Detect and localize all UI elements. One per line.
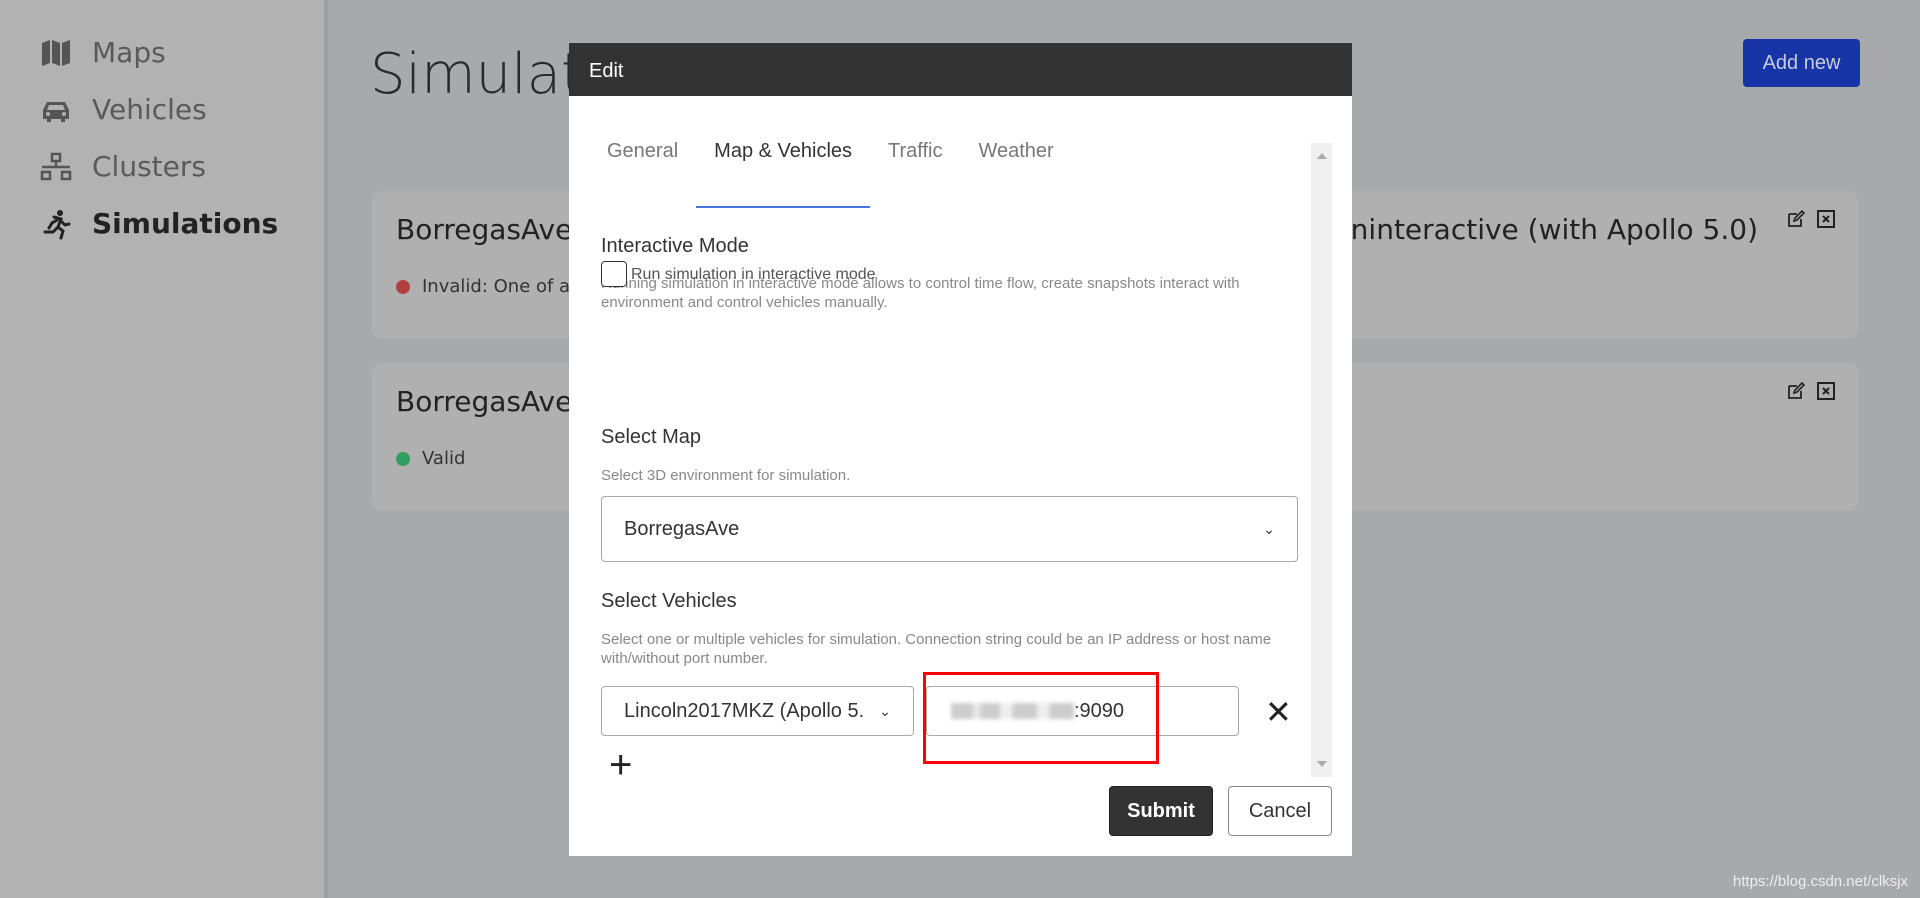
tab-bar: General Map & Vehicles Traffic Weather — [589, 121, 1072, 208]
scroll-down-icon[interactable] — [1317, 761, 1327, 767]
vehicle-select-value: Lincoln2017MKZ (Apollo 5.0) — [624, 699, 864, 722]
map-icon — [42, 39, 70, 66]
edit-modal: Edit General Map & Vehicles Traffic Weat… — [569, 43, 1352, 856]
running-icon — [43, 209, 71, 239]
remove-vehicle-icon[interactable]: ✕ — [1265, 693, 1292, 731]
add-vehicle-icon[interactable]: + — [609, 743, 632, 788]
vehicle-select[interactable]: Lincoln2017MKZ (Apollo 5.0) ⌄ — [601, 686, 914, 736]
sidebar-item-label: Clusters — [92, 150, 206, 183]
status-badge: Valid — [396, 448, 465, 469]
card-title-continued: noninteractive (with Apollo 5.0) — [1315, 213, 1758, 246]
delete-icon[interactable] — [1816, 209, 1836, 229]
sidebar-item-vehicles[interactable]: Vehicles — [40, 93, 207, 126]
chevron-down-icon: ⌄ — [1263, 520, 1275, 537]
watermark: https://blog.csdn.net/clksjx — [1732, 873, 1908, 890]
sidebar-item-label: Simulations — [92, 207, 279, 240]
edit-icon[interactable] — [1786, 209, 1806, 229]
select-vehicles-description: Select one or multiple vehicles for simu… — [601, 631, 1272, 667]
scroll-up-icon[interactable] — [1317, 153, 1327, 159]
tab-map-vehicles[interactable]: Map & Vehicles — [696, 121, 871, 208]
submit-button[interactable]: Submit — [1109, 786, 1213, 836]
edit-icon[interactable] — [1786, 381, 1806, 401]
interactive-mode-checkbox[interactable] — [601, 261, 627, 287]
sidebar-item-clusters[interactable]: Clusters — [40, 150, 206, 183]
card-title: BorregasAve, — [396, 385, 582, 418]
status-text: Invalid: One of ad — [422, 276, 582, 297]
sidebar-item-label: Maps — [92, 36, 166, 69]
tab-traffic[interactable]: Traffic — [870, 121, 960, 208]
interactive-mode-heading: Interactive Mode — [601, 235, 749, 257]
status-badge: Invalid: One of ad — [396, 276, 582, 297]
sidebar-item-label: Vehicles — [92, 93, 207, 126]
status-text: Valid — [422, 448, 466, 469]
status-dot-icon — [396, 451, 410, 466]
map-select-value: BorregasAve — [624, 517, 740, 540]
status-dot-icon — [396, 279, 410, 294]
add-new-button[interactable]: Add new — [1743, 39, 1860, 87]
scrollbar[interactable] — [1311, 143, 1332, 777]
chevron-down-icon: ⌄ — [879, 702, 891, 719]
card-title: BorregasAve, — [396, 213, 582, 246]
tab-general[interactable]: General — [589, 121, 696, 208]
select-vehicles-heading: Select Vehicles — [601, 590, 737, 612]
map-select[interactable]: BorregasAve ⌄ — [601, 496, 1298, 562]
interactive-mode-label[interactable]: Run simulation in interactive mode — [631, 266, 876, 284]
sidebar-item-simulations[interactable]: Simulations — [40, 207, 278, 240]
select-map-description: Select 3D environment for simulation. — [601, 467, 851, 484]
network-icon — [40, 152, 72, 180]
sidebar: Maps Vehicles Clusters Simulations — [0, 0, 328, 898]
car-icon — [43, 101, 69, 122]
delete-icon[interactable] — [1816, 381, 1836, 401]
highlight-box — [923, 672, 1159, 764]
select-map-heading: Select Map — [601, 426, 702, 448]
modal-title: Edit — [569, 43, 1352, 96]
cancel-button[interactable]: Cancel — [1228, 786, 1332, 836]
tab-weather[interactable]: Weather — [960, 121, 1071, 208]
sidebar-item-maps[interactable]: Maps — [40, 36, 166, 69]
